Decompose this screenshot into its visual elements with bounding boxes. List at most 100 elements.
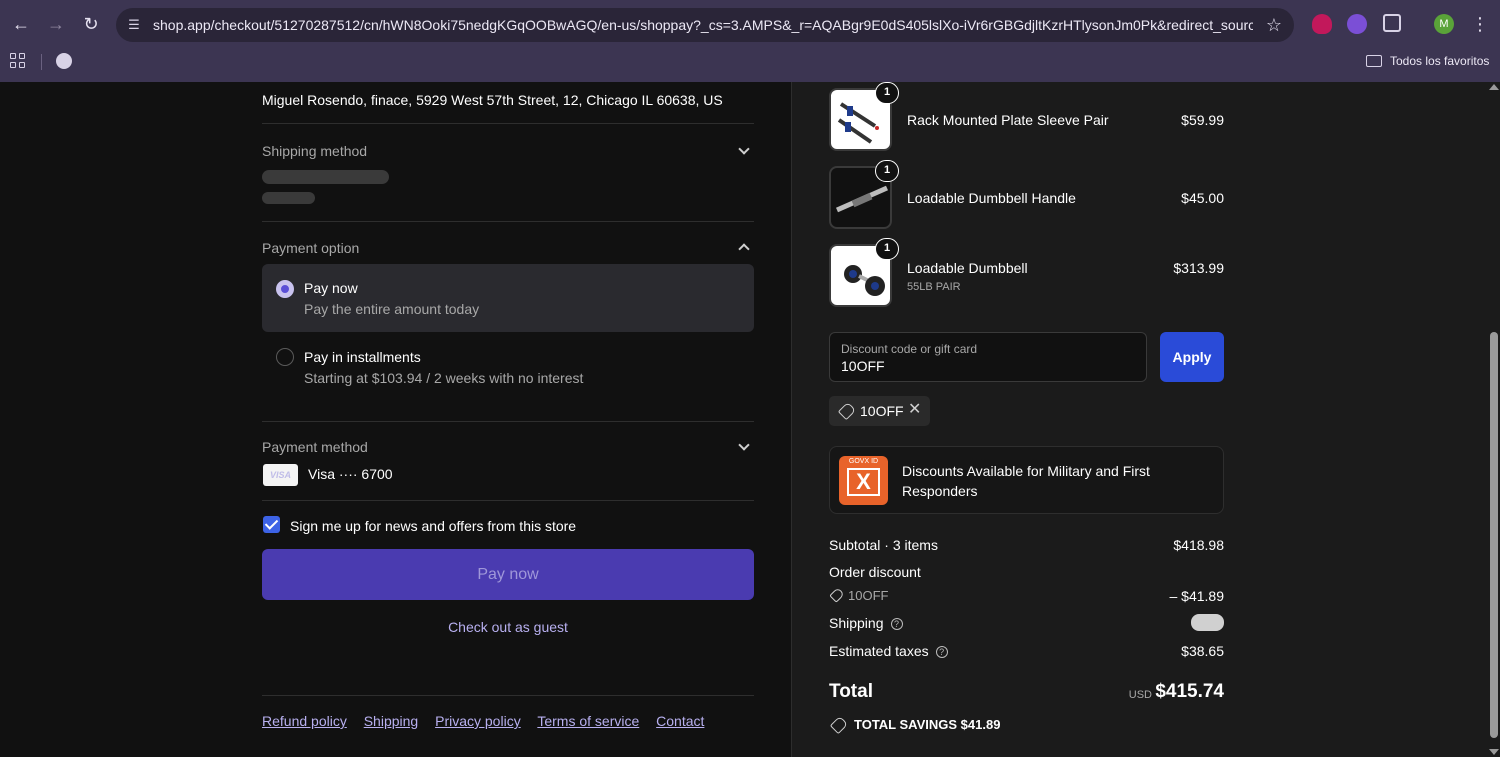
apply-button[interactable]: Apply [1160,332,1224,382]
visa-card-icon: VISA [263,464,298,486]
card-number: Visa ···· 6700 [308,466,393,482]
shipping-loading-skeleton [1191,614,1224,631]
extension-icon[interactable] [1347,14,1367,34]
newsletter-label[interactable]: Sign me up for news and offers from this… [290,518,576,534]
back-icon[interactable]: ← [9,12,33,36]
govx-logo-text: GOVX ID [848,458,879,465]
military-discount-banner[interactable]: GOVX ID X Discounts Available for Milita… [829,446,1224,514]
discount-chip-label: 10OFF [860,403,904,419]
reload-icon[interactable]: ↻ [79,12,103,36]
scroll-down-arrow-icon[interactable] [1489,749,1499,755]
chevron-up-icon[interactable] [738,243,750,255]
chevron-down-icon[interactable] [738,143,750,155]
loading-skeleton [262,192,315,204]
discount-code-input[interactable]: Discount code or gift card 10OFF [829,332,1147,382]
pay-now-radio[interactable] [276,280,294,298]
total-currency: USD [1128,689,1152,701]
privacy-policy-link[interactable]: Privacy policy [435,713,521,729]
taxes-label: Estimated taxes [829,643,929,659]
profile-avatar[interactable]: M [1434,14,1454,34]
quantity-badge: 1 [875,160,899,182]
browser-chrome: ← → ↻ ☰ shop.app/checkout/51270287512/cn… [0,0,1500,82]
shipping-link[interactable]: Shipping [364,713,419,729]
site-info-icon[interactable]: ☰ [124,15,144,35]
discount-value[interactable]: 10OFF [841,358,885,374]
puzzle-extensions-icon[interactable] [1383,14,1401,32]
taxes-value: $38.65 [1181,643,1224,659]
total-value: $415.74 [1155,681,1224,702]
total-label: Total [829,681,873,702]
govx-x-icon: X [847,468,880,496]
pay-installments-title: Pay in installments [304,349,421,365]
checkout-as-guest-link[interactable]: Check out as guest [262,619,754,635]
bookmarks-folder[interactable]: Todos los favoritos [1366,52,1489,70]
divider [262,421,754,422]
subtotal-value: $418.98 [1173,537,1224,553]
divider [262,221,754,222]
contact-link[interactable]: Contact [656,713,704,729]
page-scrollbar[interactable] [1488,82,1500,757]
item-price: $59.99 [1181,112,1224,128]
ublock-extension-icon[interactable] [1312,14,1332,34]
quantity-badge: 1 [875,82,899,104]
shipping-address: Miguel Rosendo, finace, 5929 West 57th S… [262,92,723,108]
promo-text: Discounts Available for Military and Fir… [902,463,1150,499]
item-price: $313.99 [1173,260,1224,276]
divider [262,123,754,124]
item-name: Rack Mounted Plate Sleeve Pair [907,112,1109,128]
bookmarks-bar: Todos los favoritos [0,48,1500,82]
pay-now-subtitle: Pay the entire amount today [304,301,480,317]
item-name: Loadable Dumbbell [907,260,1028,276]
discount-chip: 10OFF ✕ [829,396,930,426]
pay-installments-subtitle: Starting at $103.94 / 2 weeks with no in… [304,370,584,386]
pay-now-title: Pay now [304,280,358,296]
discount-code-label: 10OFF [848,588,889,603]
help-icon[interactable]: ? [935,646,948,658]
bookmarks-divider [41,54,42,70]
terms-of-service-link[interactable]: Terms of service [537,713,639,729]
item-variant: 55LB PAIR [907,281,961,293]
item-name: Loadable Dumbbell Handle [907,190,1076,206]
browser-menu-icon[interactable]: ⋮ [1470,12,1490,36]
pay-now-option[interactable]: Pay now Pay the entire amount today [262,264,754,332]
scroll-up-arrow-icon[interactable] [1489,84,1499,90]
bookmarks-folder-label: Todos los favoritos [1390,54,1490,68]
checkout-page: Miguel Rosendo, finace, 5929 West 57th S… [0,82,1500,757]
apps-grid-icon[interactable] [10,53,28,71]
subtotal-label: Subtotal · 3 items [829,537,938,553]
refund-policy-link[interactable]: Refund policy [262,713,347,729]
discount-amount: – $41.89 [1169,588,1225,604]
globe-icon[interactable] [56,53,72,69]
shipping-label: Shipping [829,615,884,631]
url-text[interactable]: shop.app/checkout/51270287512/cn/hWN8Ook… [153,16,1253,34]
browser-toolbar: ← → ↻ ☰ shop.app/checkout/51270287512/cn… [0,0,1500,48]
help-icon[interactable]: ? [890,618,903,630]
scrollbar-thumb[interactable] [1490,332,1498,738]
pay-now-button[interactable]: Pay now [262,549,754,600]
taxes-row-label: Estimated taxes? [829,643,948,659]
bookmark-star-icon[interactable]: ☆ [1266,14,1282,36]
payment-option-title[interactable]: Payment option [262,240,359,256]
divider [262,695,754,696]
shipping-row-label: Shipping? [829,615,903,631]
loading-skeleton [262,170,389,184]
newsletter-checkbox[interactable] [263,516,280,533]
address-bar[interactable]: ☰ shop.app/checkout/51270287512/cn/hWN8O… [116,8,1294,42]
pay-installments-radio[interactable] [276,348,294,366]
tag-icon [837,401,857,421]
divider [262,500,754,501]
order-discount-label: Order discount [829,564,921,580]
forward-icon[interactable]: → [44,12,68,36]
footer-links: Refund policy Shipping Privacy policy Te… [262,713,717,729]
payment-method-title[interactable]: Payment method [262,439,368,455]
pay-installments-option[interactable]: Pay in installments Starting at $103.94 … [262,334,754,402]
folder-icon [1366,55,1382,67]
chevron-down-icon[interactable] [738,439,750,451]
shipping-method-title[interactable]: Shipping method [262,143,367,159]
quantity-badge: 1 [875,238,899,260]
total-savings: TOTAL SAVINGS $41.89 [854,717,1001,732]
item-price: $45.00 [1181,190,1224,206]
remove-discount-icon[interactable]: ✕ [908,401,921,419]
discount-placeholder: Discount code or gift card [841,342,978,356]
govx-logo: GOVX ID X [839,456,888,505]
